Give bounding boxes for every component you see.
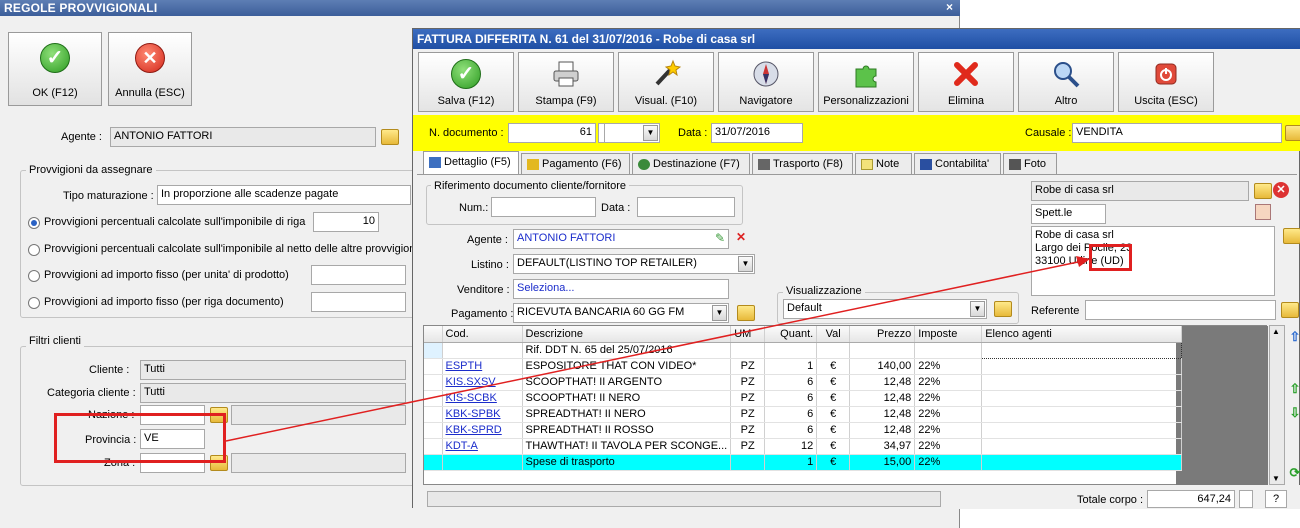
annotation-arrow-head: [1076, 256, 1090, 267]
annotation-arrow: [225, 256, 1090, 442]
annotation-arrow-line: [225, 261, 1079, 442]
